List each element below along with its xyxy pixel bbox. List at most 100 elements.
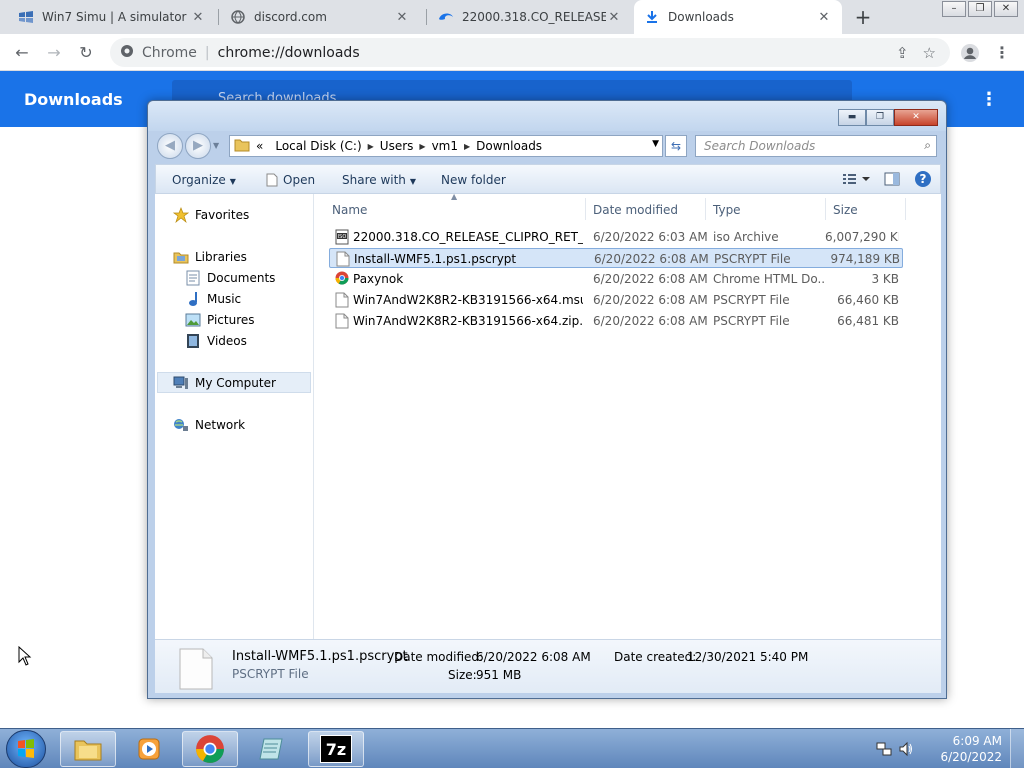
chrome-icon <box>335 271 349 287</box>
close-icon[interactable]: ✕ <box>190 10 206 25</box>
share-with-button[interactable]: Share with ▼ <box>342 173 416 187</box>
svg-text:?: ? <box>920 172 927 186</box>
explorer-forward-button[interactable]: ▶ <box>185 133 211 159</box>
explorer-address-row: ◀ ▶ ▼ « Local Disk (C:) ▶ Users ▶ vm1 ▶ … <box>155 133 941 161</box>
forward-button[interactable]: → <box>42 41 66 65</box>
tab-strip: Win7 Simu | A simulator of Windows 7 ✕ d… <box>0 0 1024 34</box>
breadcrumb-arrow-icon[interactable]: ▶ <box>464 142 470 151</box>
taskbar-media-player[interactable] <box>121 731 177 767</box>
menu-kebab-icon[interactable]: ⋮ <box>990 41 1014 65</box>
column-type[interactable]: Type <box>713 203 741 217</box>
show-desktop-button[interactable] <box>1010 729 1024 769</box>
nav-my-computer[interactable]: My Computer <box>157 372 311 393</box>
clock[interactable]: 6:09 AM 6/20/2022 <box>940 733 1002 765</box>
win7simu-icon <box>18 9 34 25</box>
chrome-icon <box>120 44 134 62</box>
breadcrumb-users[interactable]: Users <box>380 139 414 153</box>
breadcrumb-vm1[interactable]: vm1 <box>432 139 458 153</box>
help-icon[interactable]: ? <box>914 170 932 191</box>
taskbar-explorer[interactable] <box>60 731 116 767</box>
file-row[interactable]: ISO 22000.318.CO_RELEASE_CLIPRO_RET_X64.… <box>329 227 903 247</box>
explorer-body: Favorites Libraries Documents Music Pict… <box>155 192 941 639</box>
column-name[interactable]: Name <box>332 203 367 217</box>
view-controls: ? <box>842 170 932 191</box>
column-date-modified[interactable]: Date modified <box>593 203 678 217</box>
explorer-close-button[interactable]: ✕ <box>894 109 938 126</box>
minimize-button[interactable]: – <box>942 1 966 17</box>
open-label: Open <box>283 173 316 187</box>
close-icon[interactable]: ✕ <box>394 10 410 25</box>
file-date: 6/20/2022 6:08 AM <box>593 293 708 307</box>
taskbar-chrome[interactable] <box>182 731 238 767</box>
tab-iso-download[interactable]: 22000.318.CO_RELEASE_CLIPRO_RET_X64 ✕ <box>428 0 632 34</box>
network-tray-icon[interactable] <box>876 741 892 760</box>
file-row[interactable]: Win7AndW2K8R2-KB3191566-x64.msu.ps... 6/… <box>329 290 903 310</box>
breadcrumb-overflow[interactable]: « <box>256 139 263 153</box>
column-divider[interactable] <box>905 198 906 220</box>
new-tab-button[interactable]: + <box>852 6 874 28</box>
reload-button[interactable]: ↻ <box>74 41 98 65</box>
organize-button[interactable]: Organize ▼ <box>172 173 236 187</box>
close-icon[interactable]: ✕ <box>606 10 622 25</box>
navigation-pane: Favorites Libraries Documents Music Pict… <box>155 194 314 639</box>
nav-music[interactable]: Music <box>185 291 241 307</box>
close-window-button[interactable]: ✕ <box>994 1 1018 17</box>
tab-discord[interactable]: discord.com ✕ <box>220 0 420 34</box>
start-button[interactable] <box>6 730 46 768</box>
breadcrumb-arrow-icon[interactable]: ▶ <box>368 142 374 151</box>
preview-pane-icon[interactable] <box>884 172 900 189</box>
column-divider[interactable] <box>585 198 586 220</box>
explorer-titlebar[interactable]: ▬ ❐ ✕ <box>148 101 946 131</box>
column-size[interactable]: Size <box>833 203 858 217</box>
explorer-maximize-button[interactable]: ❐ <box>866 109 894 126</box>
tab-title: Downloads <box>668 10 734 24</box>
recent-pages-chevron-icon[interactable]: ▼ <box>213 141 219 150</box>
file-icon <box>179 648 213 690</box>
maximize-button[interactable]: ❐ <box>968 1 992 17</box>
more-actions-icon[interactable]: ⋮ <box>980 89 998 110</box>
explorer-search-input[interactable]: Search Downloads ⌕ <box>695 135 937 157</box>
open-button[interactable]: Open <box>266 173 315 187</box>
details-size-value: 951 MB <box>476 668 522 682</box>
file-row[interactable]: Paxynok 6/20/2022 6:08 AM Chrome HTML Do… <box>329 269 903 289</box>
file-type: PSCRYPT File <box>713 314 790 328</box>
file-row[interactable]: Win7AndW2K8R2-KB3191566-x64.zip.psc... 6… <box>329 311 903 331</box>
explorer-address-bar[interactable]: « Local Disk (C:) ▶ Users ▶ vm1 ▶ Downlo… <box>229 135 663 157</box>
file-row-selected[interactable]: Install-WMF5.1.ps1.pscrypt 6/20/2022 6:0… <box>329 248 903 268</box>
explorer-minimize-button[interactable]: ▬ <box>838 109 866 126</box>
breadcrumb-local-disk[interactable]: Local Disk (C:) <box>275 139 361 153</box>
star-icon[interactable]: ☆ <box>923 44 936 62</box>
share-icon[interactable]: ⇪ <box>896 44 909 62</box>
address-bar[interactable]: Chrome | chrome://downloads ⇪ ☆ <box>110 38 950 67</box>
column-divider[interactable] <box>825 198 826 220</box>
back-button[interactable]: ← <box>10 41 34 65</box>
close-icon[interactable]: ✕ <box>816 10 832 25</box>
tab-win7simu[interactable]: Win7 Simu | A simulator of Windows 7 ✕ <box>8 0 216 34</box>
tab-separator <box>218 9 219 25</box>
taskbar-7zip[interactable]: 7z <box>308 731 364 767</box>
taskbar-notepad[interactable] <box>244 731 300 767</box>
nav-favorites[interactable]: Favorites <box>173 207 249 223</box>
network-icon <box>173 417 189 433</box>
breadcrumb-arrow-icon[interactable]: ▶ <box>419 142 425 151</box>
explorer-back-button[interactable]: ◀ <box>157 133 183 159</box>
breadcrumb-downloads[interactable]: Downloads <box>476 139 542 153</box>
nav-network[interactable]: Network <box>173 417 245 433</box>
file-name: 22000.318.CO_RELEASE_CLIPRO_RET_X64... <box>353 230 583 244</box>
explorer-refresh-button[interactable]: ⇆ <box>665 135 687 157</box>
search-placeholder: Search Downloads <box>704 139 816 153</box>
column-divider[interactable] <box>705 198 706 220</box>
nav-pictures[interactable]: Pictures <box>185 312 255 328</box>
view-options-icon[interactable] <box>842 172 870 189</box>
new-folder-button[interactable]: New folder <box>441 173 506 187</box>
tab-downloads[interactable]: Downloads ✕ <box>634 0 842 34</box>
address-dropdown-icon[interactable]: ▼ <box>652 139 659 149</box>
mouse-cursor-icon <box>18 645 32 669</box>
volume-icon[interactable] <box>898 741 914 760</box>
nav-libraries[interactable]: Libraries <box>173 249 247 265</box>
profile-icon[interactable] <box>958 41 982 65</box>
nav-videos[interactable]: Videos <box>185 333 247 349</box>
file-icon <box>336 251 350 267</box>
taskbar: 7z 6:09 AM 6/20/2022 <box>0 728 1024 769</box>
nav-documents[interactable]: Documents <box>185 270 275 286</box>
